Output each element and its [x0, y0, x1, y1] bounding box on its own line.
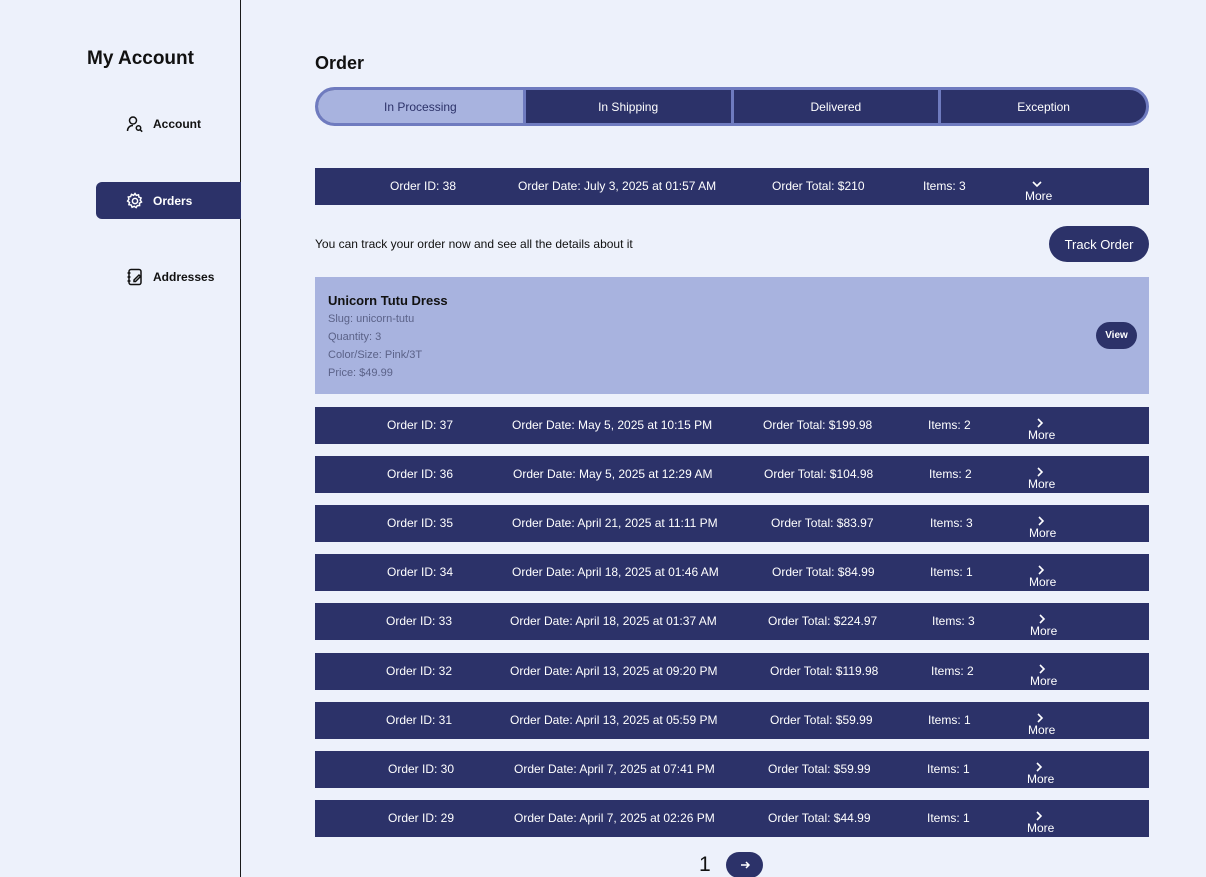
- more-button[interactable]: More: [1028, 466, 1055, 491]
- gear-icon: [126, 191, 144, 210]
- sidebar-title: My Account: [87, 48, 194, 69]
- page-title: Order: [315, 53, 365, 73]
- current-page[interactable]: 1: [699, 853, 711, 877]
- more-button[interactable]: More: [1028, 712, 1055, 737]
- order-id: Order ID: 36: [387, 467, 454, 481]
- more-button[interactable]: More: [1029, 515, 1056, 540]
- more-label: More: [1027, 821, 1055, 835]
- more-label: More: [1030, 674, 1058, 688]
- order-item-card: Unicorn Tutu Dress Slug: unicorn-tutu Qu…: [315, 277, 1149, 394]
- order-date: Order Date: April 13, 2025 at 09:20 PM: [510, 664, 718, 678]
- order-total: Order Total: $104.98: [764, 467, 874, 481]
- more-button[interactable]: More: [1025, 178, 1052, 203]
- order-id: Order ID: 34: [387, 565, 454, 579]
- tab-delivered[interactable]: Delivered: [734, 90, 942, 123]
- order-date: Order Date: April 21, 2025 at 11:11 PM: [512, 516, 718, 530]
- order-items: Items: 3: [932, 614, 975, 628]
- order-id: Order ID: 29: [388, 811, 455, 825]
- order-date: Order Date: April 18, 2025 at 01:37 AM: [510, 614, 717, 628]
- order-items: Items: 3: [923, 179, 966, 193]
- order-total: Order Total: $83.97: [771, 516, 874, 530]
- order-id: Order ID: 31: [386, 713, 453, 727]
- order-total: Order Total: $59.99: [770, 713, 873, 727]
- sidebar-item-orders[interactable]: Orders: [96, 182, 241, 219]
- item-name: Unicorn Tutu Dress: [328, 293, 448, 308]
- more-label: More: [1029, 575, 1057, 589]
- order-row[interactable]: Order ID: 35 Order Date: April 21, 2025 a…: [315, 505, 1149, 542]
- next-page-button[interactable]: [726, 852, 763, 877]
- sidebar-item-label: Orders: [153, 193, 193, 208]
- more-button[interactable]: More: [1029, 564, 1056, 589]
- item-quantity: Quantity: 3: [328, 331, 382, 343]
- track-info-text: You can track your order now and see all…: [315, 237, 633, 251]
- more-button[interactable]: More: [1027, 810, 1054, 835]
- more-label: More: [1030, 624, 1058, 638]
- order-total: Order Total: $210: [772, 179, 865, 193]
- user-search-icon: [126, 115, 144, 133]
- tab-in-shipping[interactable]: In Shipping: [526, 90, 734, 123]
- order-date: Order Date: April 7, 2025 at 02:26 PM: [514, 811, 715, 825]
- item-price: Price: $49.99: [328, 367, 393, 379]
- more-label: More: [1027, 772, 1055, 786]
- sidebar-item-label: Account: [153, 116, 201, 131]
- order-total: Order Total: $84.99: [772, 565, 875, 579]
- order-row[interactable]: Order ID: 29 Order Date: April 7, 2025 at…: [315, 800, 1149, 837]
- order-items: Items: 1: [930, 565, 973, 579]
- arrow-right-icon: [740, 861, 750, 869]
- order-date: Order Date: May 5, 2025 at 12:29 AM: [513, 467, 713, 481]
- order-total: Order Total: $59.99: [768, 762, 871, 776]
- tab-in-processing[interactable]: In Processing: [318, 90, 526, 123]
- order-total: Order Total: $224.97: [768, 614, 878, 628]
- more-label: More: [1029, 526, 1057, 540]
- order-date: Order Date: April 13, 2025 at 05:59 PM: [510, 713, 718, 727]
- address-book-icon: [126, 268, 144, 286]
- order-total: Order Total: $199.98: [763, 418, 873, 432]
- order-id: Order ID: 30: [388, 762, 455, 776]
- order-row[interactable]: Order ID: 30 Order Date: April 7, 2025 at…: [315, 751, 1149, 788]
- order-items: Items: 1: [927, 762, 970, 776]
- track-order-button[interactable]: Track Order: [1049, 226, 1149, 262]
- order-items: Items: 2: [928, 418, 971, 432]
- order-items: Items: 1: [927, 811, 970, 825]
- order-items: Items: 2: [931, 664, 974, 678]
- order-row[interactable]: Order ID: 36 Order Date: May 5, 2025 at 1…: [315, 456, 1149, 493]
- order-id: Order ID: 33: [386, 614, 453, 628]
- sidebar-item-account[interactable]: Account: [96, 105, 241, 142]
- order-id: Order ID: 38: [390, 179, 457, 193]
- sidebar: My Account Account Orders Addresses: [0, 0, 241, 877]
- order-total: Order Total: $44.99: [768, 811, 871, 825]
- order-id: Order ID: 32: [386, 664, 453, 678]
- order-row[interactable]: Order ID: 32 Order Date: April 13, 2025 a…: [315, 653, 1149, 690]
- order-row[interactable]: Order ID: 38 Order Date: July 3, 2025 at…: [315, 168, 1149, 205]
- more-button[interactable]: More: [1028, 417, 1055, 442]
- order-date: Order Date: April 7, 2025 at 07:41 PM: [514, 762, 715, 776]
- order-date: Order Date: May 5, 2025 at 10:15 PM: [512, 418, 713, 432]
- order-id: Order ID: 37: [387, 418, 454, 432]
- order-date: Order Date: April 18, 2025 at 01:46 AM: [512, 565, 719, 579]
- order-row[interactable]: Order ID: 37 Order Date: May 5, 2025 at 1…: [315, 407, 1149, 444]
- more-label: More: [1028, 477, 1056, 491]
- order-row[interactable]: Order ID: 31 Order Date: April 13, 2025 a…: [315, 702, 1149, 739]
- item-color-size: Color/Size: Pink/3T: [328, 349, 423, 361]
- order-date: Order Date: July 3, 2025 at 01:57 AM: [518, 179, 717, 193]
- order-id: Order ID: 35: [387, 516, 454, 530]
- order-items: Items: 1: [928, 713, 971, 727]
- more-label: More: [1028, 428, 1056, 442]
- more-label: More: [1028, 723, 1056, 737]
- order-total: Order Total: $119.98: [770, 664, 879, 678]
- order-items: Items: 3: [930, 516, 973, 530]
- sidebar-item-label: Addresses: [153, 269, 215, 284]
- order-row[interactable]: Order ID: 33 Order Date: April 18, 2025 a…: [315, 603, 1149, 640]
- order-items: Items: 2: [929, 467, 972, 481]
- view-item-button[interactable]: View: [1096, 322, 1137, 349]
- more-button[interactable]: More: [1030, 613, 1057, 638]
- more-button[interactable]: More: [1027, 761, 1054, 786]
- item-slug: Slug: unicorn-tutu: [328, 313, 415, 325]
- more-button[interactable]: More: [1030, 663, 1057, 688]
- more-label: More: [1025, 189, 1053, 203]
- sidebar-item-addresses[interactable]: Addresses: [96, 258, 241, 295]
- order-status-tabs: In Processing In Shipping Delivered Exce…: [315, 87, 1149, 126]
- tab-exception[interactable]: Exception: [941, 90, 1146, 123]
- order-row[interactable]: Order ID: 34 Order Date: April 18, 2025 a…: [315, 554, 1149, 591]
